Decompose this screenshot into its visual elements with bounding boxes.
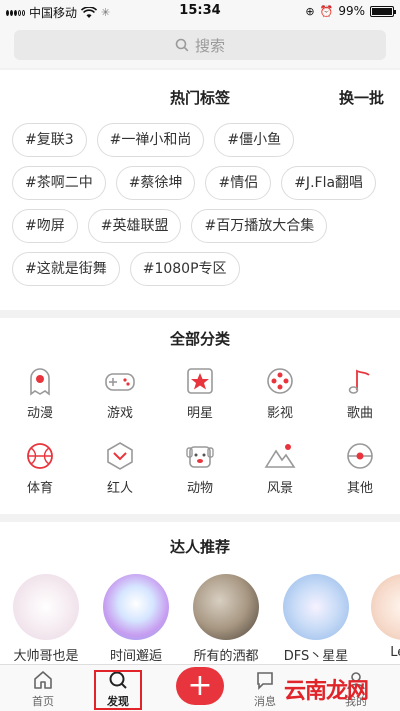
orientation-lock-icon: ⊕: [305, 4, 315, 18]
category-label: 动漫: [26, 406, 53, 421]
hot-tag[interactable]: #复联3: [12, 123, 87, 157]
star-icon: [187, 368, 213, 394]
create-post-button[interactable]: +: [176, 667, 224, 705]
ghost-icon: [30, 368, 50, 396]
battery-icon: [370, 5, 396, 17]
expert-name: 时间邂逅: [109, 649, 162, 664]
alarm-icon: ⏰: [319, 4, 334, 18]
dog-face-icon: [186, 446, 214, 468]
categories-title: 全部分类: [169, 330, 230, 348]
category-label: 红人: [106, 481, 133, 496]
category-item[interactable]: 红人: [80, 435, 160, 510]
category-item[interactable]: 明星: [160, 360, 240, 435]
hot-tag[interactable]: #茶啊二中: [12, 166, 106, 200]
plus-icon: +: [187, 668, 213, 703]
search-bar-area: 搜索: [0, 24, 400, 68]
hot-tag[interactable]: #1080P专区: [129, 252, 240, 286]
expert-card[interactable]: Le...: [364, 574, 400, 660]
tab-home[interactable]: 首页: [13, 669, 73, 709]
tag-row: #这就是街舞 #1080P专区: [12, 252, 392, 286]
category-label: 风景: [266, 481, 293, 496]
message-icon: [257, 672, 273, 690]
hot-tag[interactable]: #僵小鱼: [214, 123, 295, 157]
expert-card[interactable]: 时间邂逅: [96, 574, 176, 664]
categories-section: 全部分类 动漫 游戏 明星 影视 歌曲 体育 红人 动物 风景 其他: [0, 318, 400, 514]
status-bar: 中国移动 ✳ 15:34 ⊕ ⏰ 99%: [0, 0, 400, 24]
film-reel-icon: [267, 368, 293, 394]
category-row: 动漫 游戏 明星 影视 歌曲: [0, 360, 400, 435]
category-label: 歌曲: [346, 406, 373, 421]
gamepad-icon: [105, 373, 135, 391]
category-item[interactable]: 动物: [160, 435, 240, 510]
discover-tab-highlight-box: [94, 670, 142, 710]
categories-grid: 动漫 游戏 明星 影视 歌曲 体育 红人 动物 风景 其他: [0, 360, 400, 510]
category-item[interactable]: 动漫: [0, 360, 80, 435]
category-label: 其他: [346, 481, 373, 496]
tag-row: #复联3 #一禅小和尚 #僵小鱼: [12, 123, 392, 157]
hot-tags-list: #复联3 #一禅小和尚 #僵小鱼 #茶啊二中 #蔡徐坤 #情侣 #J.Fla翻唱 #吻屏 #英雄…: [12, 123, 392, 295]
category-item[interactable]: 歌曲: [320, 360, 400, 435]
music-note-icon: [348, 369, 370, 394]
category-item[interactable]: 游戏: [80, 360, 160, 435]
expert-card[interactable]: 所有的洒都: [186, 574, 266, 664]
tag-row: #茶啊二中 #蔡徐坤 #情侣 #J.Fla翻唱: [12, 166, 392, 200]
avatar: [371, 574, 400, 640]
experts-title: 达人推荐: [169, 538, 230, 556]
category-item[interactable]: 风景: [240, 435, 320, 510]
hot-tag[interactable]: #英雄联盟: [87, 209, 182, 243]
more-circle-icon: [347, 443, 373, 469]
category-item[interactable]: 影视: [240, 360, 320, 435]
hot-tag[interactable]: #百万播放大合集: [191, 209, 328, 243]
hot-tag[interactable]: #这就是街舞: [12, 252, 120, 286]
refresh-tags-button[interactable]: 换一批: [339, 87, 384, 108]
search-placeholder: 搜索: [194, 36, 225, 55]
avatar: [283, 574, 349, 640]
chevron-badge-icon: [107, 442, 133, 470]
basketball-icon: [27, 443, 53, 469]
battery-percent: 99%: [338, 4, 365, 18]
category-item[interactable]: 其他: [320, 435, 400, 510]
search-input[interactable]: 搜索: [14, 30, 386, 60]
category-row: 体育 红人 动物 风景 其他: [0, 435, 400, 510]
search-icon: [175, 38, 189, 52]
experts-list: 大帅哥也是 时间邂逅 所有的洒都 DFS丶星星 Le...: [0, 574, 400, 664]
expert-card[interactable]: 大帅哥也是: [6, 574, 86, 664]
hot-tag[interactable]: #吻屏: [12, 209, 78, 243]
hot-tag[interactable]: #J.Fla翻唱: [281, 166, 377, 200]
watermark-logo: 云南龙网: [284, 679, 369, 704]
expert-name: 所有的洒都: [193, 649, 259, 664]
expert-name: DFS丶星星: [283, 649, 349, 664]
expert-name: 大帅哥也是: [13, 649, 79, 664]
tab-messages-label: 消息: [254, 695, 276, 708]
category-label: 明星: [186, 406, 213, 421]
hot-tag[interactable]: #蔡徐坤: [115, 166, 196, 200]
home-icon: [34, 671, 52, 689]
category-label: 动物: [186, 481, 213, 496]
experts-section: 达人推荐 大帅哥也是 时间邂逅 所有的洒都 DFS丶星星 Le...: [0, 522, 400, 664]
tag-row: #吻屏 #英雄联盟 #百万播放大合集: [12, 209, 392, 243]
hot-tags-section: 热门标签 换一批 #复联3 #一禅小和尚 #僵小鱼 #茶啊二中 #蔡徐坤 #情侣 #J.Fl…: [0, 70, 400, 310]
avatar: [13, 574, 79, 640]
category-label: 体育: [26, 481, 53, 496]
hot-tag[interactable]: #一禅小和尚: [96, 123, 205, 157]
mountain-icon: [264, 444, 296, 468]
category-label: 影视: [266, 406, 293, 421]
expert-name: Le...: [390, 645, 400, 660]
tab-home-label: 首页: [32, 695, 54, 708]
hot-tag[interactable]: #情侣: [205, 166, 272, 200]
category-label: 游戏: [106, 406, 133, 421]
category-item[interactable]: 体育: [0, 435, 80, 510]
expert-card[interactable]: DFS丶星星: [276, 574, 356, 664]
avatar: [103, 574, 169, 640]
avatar: [193, 574, 259, 640]
